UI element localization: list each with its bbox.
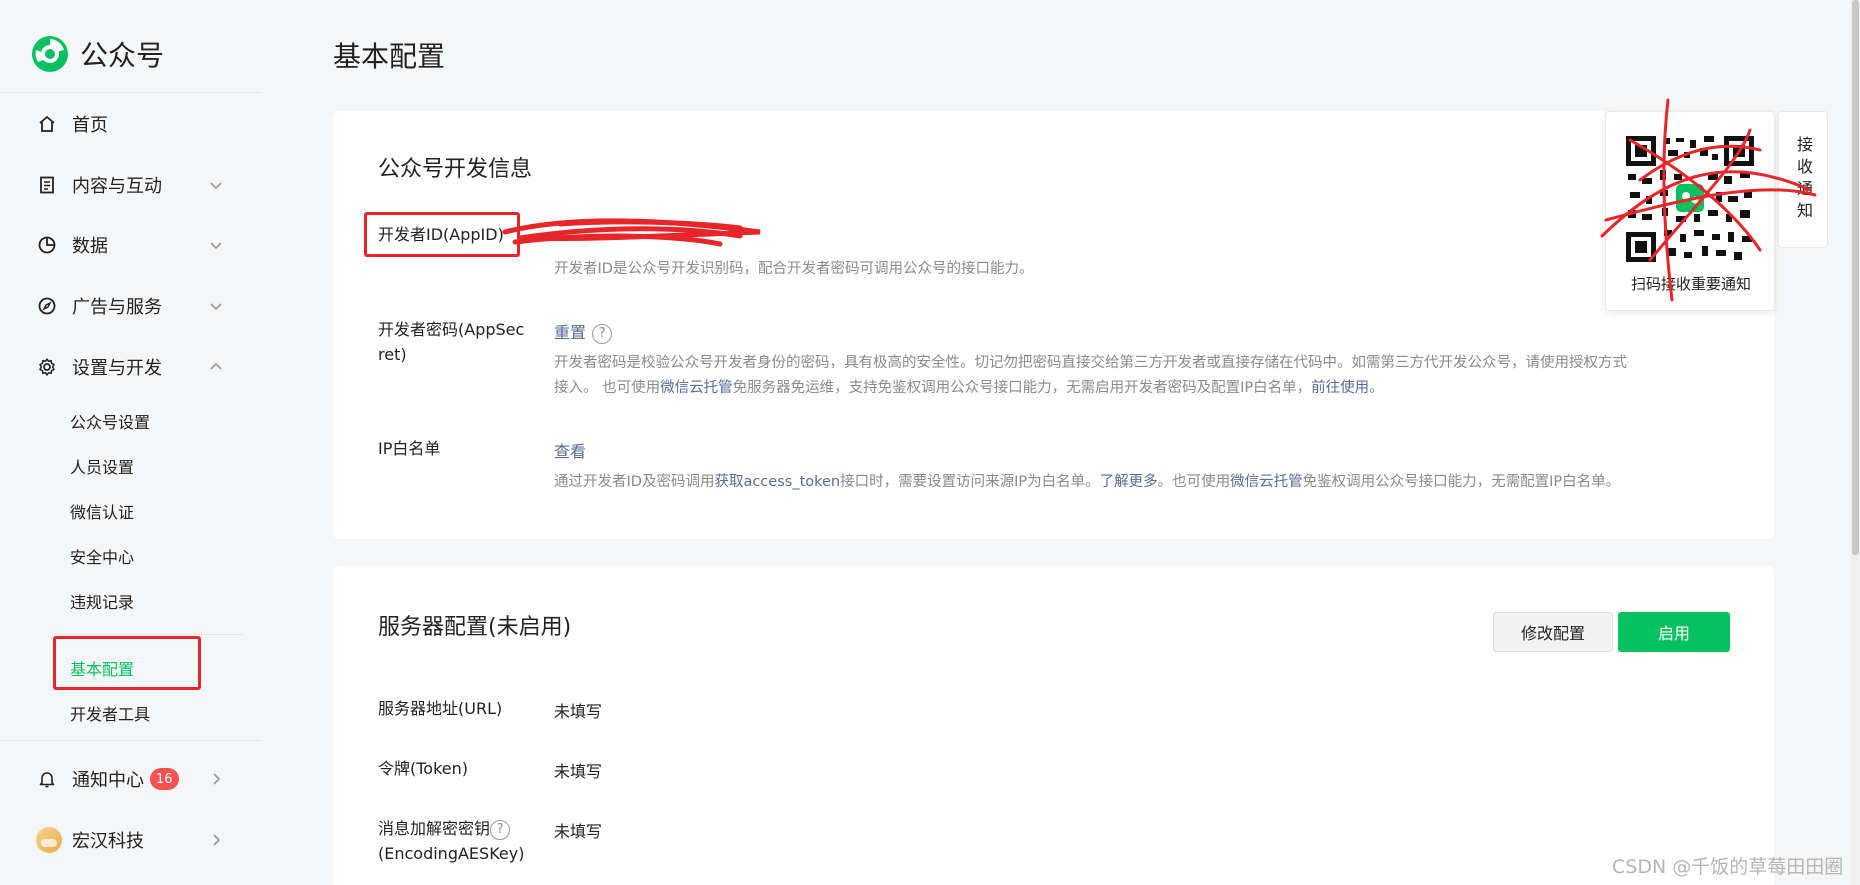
sidebar-item-ads[interactable]: 广告与服务 [0, 284, 262, 328]
sidebar-subitem-account-settings[interactable]: 公众号设置 [70, 406, 150, 436]
sidebar-item-label: 内容与互动 [72, 176, 162, 197]
desc-text: 免鉴权调用公众号接口能力，无需配置IP白名单。 [1302, 474, 1621, 490]
qr-popover: 扫码接收重要通知 [1605, 111, 1775, 311]
sidebar-item-data[interactable]: 数据 [0, 223, 262, 267]
home-icon [36, 113, 58, 135]
server-url-value: 未填写 [554, 702, 603, 721]
sidebar-subitem-wechat-verify[interactable]: 微信认证 [70, 496, 134, 526]
desc-text: 。 [1369, 380, 1384, 396]
notification-count-badge: 16 [150, 768, 179, 790]
wechat-mp-logo-icon [32, 36, 68, 72]
sidebar-item-label: 首页 [72, 115, 108, 136]
token-value: 未填写 [554, 762, 603, 781]
server-url-label: 服务器地址(URL) [378, 699, 503, 718]
enable-button[interactable]: 启用 [1618, 612, 1730, 652]
sidebar-item-settings[interactable]: 设置与开发 [0, 345, 262, 389]
account-name: 宏汉科技 [72, 831, 144, 852]
pie-chart-icon [36, 234, 58, 256]
annotation-highlight-box [364, 212, 520, 257]
chevron-down-icon [210, 303, 222, 311]
modify-config-button[interactable]: 修改配置 [1493, 612, 1613, 652]
avatar [36, 827, 62, 853]
divider [55, 634, 243, 635]
desc-text: 免服务器免运维，支持免鉴权调用公众号接口能力，无需启用开发者密码及配置IP白名单… [732, 380, 1312, 396]
ip-whitelist-label: IP白名单 [378, 439, 441, 458]
annotation-highlight-box [53, 636, 201, 690]
aes-key-label-text: 消息加解密密钥 [378, 819, 491, 838]
ip-whitelist-description: 通过开发者ID及密码调用获取access_token接口时，需要设置访问来源IP… [554, 470, 1620, 495]
sidebar-item-label: 广告与服务 [72, 297, 162, 318]
learn-more-link[interactable]: 了解更多 [1100, 474, 1158, 490]
sidebar-item-label: 通知中心 [72, 770, 144, 791]
sidebar-item-notifications[interactable]: 通知中心 16 [0, 757, 262, 801]
desc-text: 接入。 也可使用 [554, 380, 661, 396]
cloud-hosting-link[interactable]: 微信云托管 [1230, 474, 1303, 490]
reset-secret-link[interactable]: 重置 [554, 323, 586, 342]
token-label: 令牌(Token) [378, 759, 469, 778]
aes-key-label-line1: 消息加解密密钥? [378, 816, 511, 841]
compass-icon [36, 295, 58, 317]
aes-key-value: 未填写 [554, 822, 603, 841]
appid-description: 开发者ID是公众号开发识别码，配合开发者密码可调用公众号的接口能力。 [554, 261, 1034, 277]
dev-info-title: 公众号开发信息 [378, 157, 533, 182]
qr-code-icon [1624, 134, 1756, 264]
chevron-right-icon [213, 834, 221, 846]
document-icon [36, 174, 58, 196]
sidebar-subitem-violations[interactable]: 违规记录 [70, 586, 134, 616]
brand-name: 公众号 [80, 39, 165, 72]
appsecret-label-line1: 开发者密码(AppSec [378, 320, 525, 339]
page-title: 基本配置 [333, 40, 446, 73]
brand[interactable]: 公众号 [30, 32, 164, 76]
chevron-down-icon [210, 242, 222, 250]
sidebar-item-label: 设置与开发 [72, 358, 162, 379]
sidebar-item-label: 数据 [72, 236, 108, 257]
sidebar: 公众号 首页 内容与互动 数据 广告与服务 设置与开发 公众号设置 人员设置 微… [0, 0, 262, 885]
scrollbar-thumb[interactable] [1852, 0, 1859, 555]
appsecret-description-line1: 开发者密码是校验公众号开发者身份的密码，具有极高的安全性。切记勿把密码直接交给第… [554, 355, 1627, 371]
sidebar-subitem-dev-tools[interactable]: 开发者工具 [70, 698, 150, 728]
sidebar-subitem-security-center[interactable]: 安全中心 [70, 541, 134, 571]
sidebar-item-account[interactable]: 宏汉科技 [0, 818, 262, 862]
chevron-down-icon [210, 182, 222, 190]
access-token-link[interactable]: 获取access_token [714, 474, 840, 490]
view-ip-whitelist-link[interactable]: 查看 [554, 438, 586, 462]
aes-key-label-line2: (EncodingAESKey) [378, 844, 525, 863]
gear-icon [36, 356, 58, 378]
server-config-title: 服务器配置(未启用) [378, 615, 572, 640]
sidebar-item-home[interactable]: 首页 [0, 102, 262, 146]
help-icon[interactable]: ? [490, 819, 511, 840]
divider [0, 740, 262, 741]
help-icon[interactable]: ? [592, 323, 613, 344]
desc-text: 。也可使用 [1157, 474, 1231, 490]
desc-text: 通过开发者ID及密码调用 [554, 474, 715, 490]
sidebar-item-content[interactable]: 内容与互动 [0, 163, 262, 207]
divider [0, 92, 262, 93]
go-use-link[interactable]: 前往使用 [1311, 380, 1369, 396]
cloud-hosting-link[interactable]: 微信云托管 [660, 380, 733, 396]
watermark: CSDN @千饭的草莓田田圈 [1612, 856, 1844, 878]
chevron-up-icon [210, 362, 222, 370]
sidebar-subitem-member-settings[interactable]: 人员设置 [70, 451, 134, 481]
appsecret-description-line2: 接入。 也可使用微信云托管免服务器免运维，支持免鉴权调用公众号接口能力，无需启用… [554, 376, 1384, 401]
chevron-right-icon [213, 773, 221, 785]
appsecret-label-line2: ret) [378, 345, 407, 364]
bell-icon [36, 768, 58, 790]
qr-caption: 扫码接收重要通知 [1630, 275, 1751, 293]
desc-text: 接口时，需要设置访问来源IP为白名单。 [840, 474, 1100, 490]
receive-notification-tab[interactable]: 接收通知 [1778, 111, 1828, 248]
